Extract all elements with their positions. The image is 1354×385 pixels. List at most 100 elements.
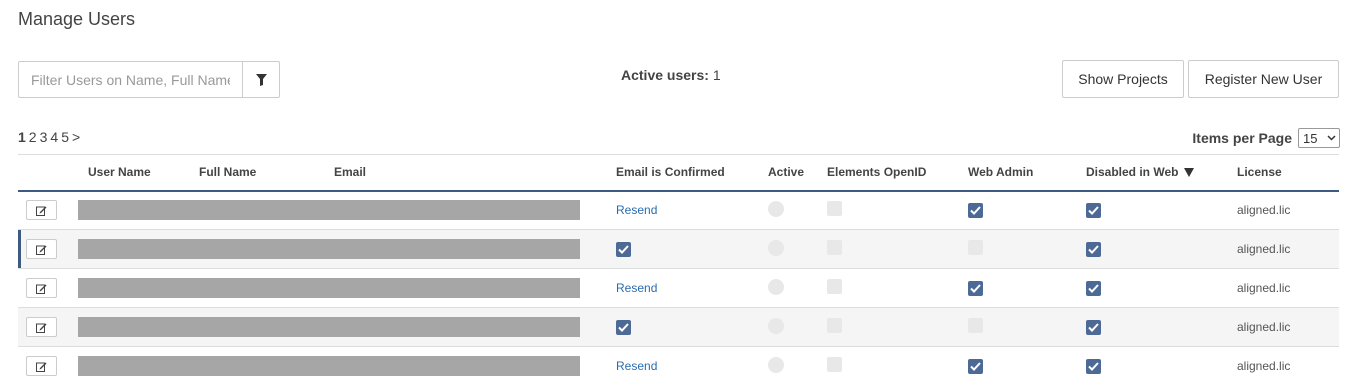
edit-user-button[interactable] bbox=[26, 239, 57, 259]
table-row: aligned.lic bbox=[18, 229, 1339, 269]
web-admin-cell bbox=[968, 307, 1086, 347]
edit-icon bbox=[36, 284, 47, 294]
openid-cell bbox=[827, 268, 968, 308]
email-confirmed-checkbox[interactable] bbox=[616, 241, 631, 257]
page-title: Manage Users bbox=[18, 9, 136, 29]
openid-checkbox[interactable] bbox=[827, 357, 842, 372]
col-openid[interactable]: Elements OpenID bbox=[827, 154, 968, 192]
next-page-link[interactable]: > bbox=[72, 129, 80, 145]
disabled-web-checkbox[interactable] bbox=[1086, 280, 1101, 296]
edit-user-button[interactable] bbox=[26, 278, 57, 298]
edit-icon bbox=[36, 206, 47, 216]
active-cell bbox=[768, 307, 827, 347]
active-radio[interactable] bbox=[768, 278, 784, 295]
web-admin-cell bbox=[968, 229, 1086, 269]
page-1-link[interactable]: 1 bbox=[18, 129, 26, 145]
table-row: Resend aligned.lic bbox=[18, 346, 1339, 385]
email-confirmed-checkbox[interactable] bbox=[616, 319, 631, 335]
redacted-user-info bbox=[78, 356, 580, 376]
openid-checkbox[interactable] bbox=[827, 318, 842, 333]
openid-cell bbox=[827, 229, 968, 269]
col-edit bbox=[18, 154, 70, 192]
active-radio[interactable] bbox=[768, 239, 784, 256]
page-3-link[interactable]: 3 bbox=[40, 129, 48, 145]
disabled-web-cell bbox=[1086, 190, 1237, 230]
col-license[interactable]: License bbox=[1237, 154, 1339, 192]
items-per-page: Items per Page 15 bbox=[1192, 128, 1340, 148]
active-users-count: 1 bbox=[712, 67, 721, 83]
resend-link[interactable]: Resend bbox=[616, 203, 657, 217]
col-email[interactable]: Email bbox=[334, 154, 616, 192]
check-icon bbox=[970, 361, 981, 371]
license-cell: aligned.lic bbox=[1237, 307, 1339, 347]
edit-cell bbox=[18, 346, 70, 385]
edit-user-button[interactable] bbox=[26, 356, 57, 376]
items-per-page-label: Items per Page bbox=[1192, 130, 1292, 146]
active-radio[interactable] bbox=[768, 317, 784, 334]
page-5-link[interactable]: 5 bbox=[61, 129, 69, 145]
resend-link[interactable]: Resend bbox=[616, 359, 657, 373]
col-active[interactable]: Active bbox=[768, 154, 827, 192]
user-info-cell bbox=[70, 307, 616, 347]
col-username[interactable]: User Name bbox=[70, 154, 199, 192]
web-admin-cell bbox=[968, 190, 1086, 230]
edit-icon bbox=[36, 362, 47, 372]
openid-cell bbox=[827, 190, 968, 230]
redacted-user-info bbox=[78, 200, 580, 221]
email-confirmed-cell: Resend bbox=[616, 346, 768, 385]
table-row: aligned.lic bbox=[18, 307, 1339, 347]
edit-cell bbox=[18, 190, 70, 230]
edit-cell bbox=[18, 307, 70, 347]
edit-user-button[interactable] bbox=[26, 317, 57, 337]
check-icon bbox=[1088, 283, 1099, 293]
register-new-user-button[interactable]: Register New User bbox=[1188, 60, 1339, 98]
check-icon bbox=[1088, 322, 1099, 332]
page-4-link[interactable]: 4 bbox=[50, 129, 58, 145]
email-confirmed-cell bbox=[616, 229, 768, 269]
chevron-down-icon bbox=[1327, 135, 1336, 141]
openid-cell bbox=[827, 346, 968, 385]
filter-button[interactable] bbox=[242, 61, 280, 98]
col-fullname[interactable]: Full Name bbox=[199, 154, 334, 192]
web-admin-checkbox[interactable] bbox=[968, 318, 983, 333]
openid-checkbox[interactable] bbox=[827, 201, 842, 217]
col-disabled-web[interactable]: Disabled in Web bbox=[1086, 154, 1237, 192]
web-admin-cell bbox=[968, 346, 1086, 385]
page-2-link[interactable]: 2 bbox=[29, 129, 37, 145]
filter-users-input[interactable] bbox=[18, 61, 243, 98]
check-icon bbox=[618, 244, 629, 254]
disabled-web-cell bbox=[1086, 307, 1237, 347]
active-radio[interactable] bbox=[768, 200, 784, 217]
active-radio[interactable] bbox=[768, 356, 784, 373]
web-admin-checkbox[interactable] bbox=[968, 280, 983, 296]
active-users-label: Active users: bbox=[621, 67, 709, 83]
resend-link[interactable]: Resend bbox=[616, 281, 657, 295]
disabled-web-checkbox[interactable] bbox=[1086, 202, 1101, 218]
edit-user-button[interactable] bbox=[26, 200, 57, 221]
edit-icon bbox=[36, 245, 47, 255]
web-admin-checkbox[interactable] bbox=[968, 240, 983, 255]
user-info-cell bbox=[70, 346, 616, 385]
disabled-web-cell bbox=[1086, 346, 1237, 385]
table-row: Resend aligned.lic bbox=[18, 268, 1339, 308]
active-cell bbox=[768, 190, 827, 230]
disabled-web-checkbox[interactable] bbox=[1086, 358, 1101, 374]
email-confirmed-cell bbox=[616, 307, 768, 347]
redacted-user-info bbox=[78, 317, 580, 337]
disabled-web-checkbox[interactable] bbox=[1086, 319, 1101, 335]
user-info-cell bbox=[70, 268, 616, 308]
disabled-web-checkbox[interactable] bbox=[1086, 241, 1101, 257]
web-admin-checkbox[interactable] bbox=[968, 202, 983, 218]
openid-checkbox[interactable] bbox=[827, 240, 842, 255]
web-admin-checkbox[interactable] bbox=[968, 358, 983, 374]
items-per-page-select[interactable]: 15 bbox=[1298, 128, 1340, 148]
show-projects-button[interactable]: Show Projects bbox=[1062, 60, 1184, 98]
email-confirmed-cell: Resend bbox=[616, 268, 768, 308]
items-per-page-value: 15 bbox=[1303, 130, 1318, 146]
col-web-admin[interactable]: Web Admin bbox=[968, 154, 1086, 192]
users-table: User Name Full Name Email Email is Confi… bbox=[18, 154, 1339, 385]
openid-checkbox[interactable] bbox=[827, 279, 842, 294]
col-email-confirmed[interactable]: Email is Confirmed bbox=[616, 154, 768, 192]
license-cell: aligned.lic bbox=[1237, 268, 1339, 308]
check-icon bbox=[1088, 206, 1099, 215]
